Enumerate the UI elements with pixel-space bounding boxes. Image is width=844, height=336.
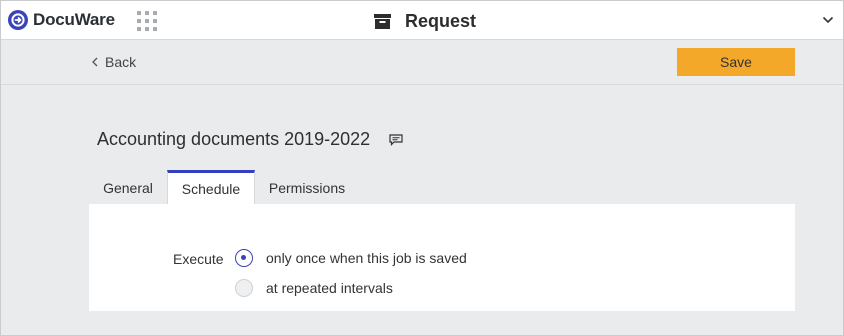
window-title: Request xyxy=(374,11,476,32)
action-toolbar: Back Save xyxy=(1,40,843,85)
tab-permissions[interactable]: Permissions xyxy=(255,170,359,203)
job-name: Accounting documents 2019-2022 xyxy=(97,129,371,149)
brand-name: DocuWare xyxy=(33,10,115,29)
page-title: Request xyxy=(405,11,477,31)
chevron-down-icon[interactable] xyxy=(822,14,834,26)
radio-once[interactable] xyxy=(235,249,253,267)
chevron-left-icon xyxy=(92,57,98,67)
option-once[interactable]: only once when this job is saved xyxy=(235,249,467,267)
option-repeated-label: at repeated intervals xyxy=(266,280,393,296)
top-bar: DocuWare Request xyxy=(1,1,843,40)
comment-icon[interactable] xyxy=(389,133,403,146)
tab-label: Schedule xyxy=(181,180,241,197)
save-button[interactable]: Save xyxy=(677,48,795,76)
tab-general[interactable]: General xyxy=(89,170,167,203)
option-repeated[interactable]: at repeated intervals xyxy=(235,279,393,297)
tab-label: General xyxy=(103,179,153,196)
radio-repeated[interactable] xyxy=(235,279,253,297)
option-once-label: only once when this job is saved xyxy=(266,250,467,266)
docuware-logo[interactable]: DocuWare xyxy=(8,10,115,30)
job-heading: Accounting documents 2019-2022 xyxy=(97,129,403,150)
tab-bar: General Schedule Permissions xyxy=(89,170,359,204)
tab-schedule[interactable]: Schedule xyxy=(167,170,255,204)
back-label: Back xyxy=(105,54,137,70)
schedule-panel: Execute only once when this job is saved… xyxy=(89,204,795,311)
archive-box-icon xyxy=(374,14,391,29)
docuware-logo-icon xyxy=(8,10,28,30)
tab-label: Permissions xyxy=(268,179,346,196)
app-grid-icon[interactable] xyxy=(137,11,157,31)
execute-label: Execute xyxy=(173,251,224,267)
back-button[interactable]: Back xyxy=(91,54,136,70)
